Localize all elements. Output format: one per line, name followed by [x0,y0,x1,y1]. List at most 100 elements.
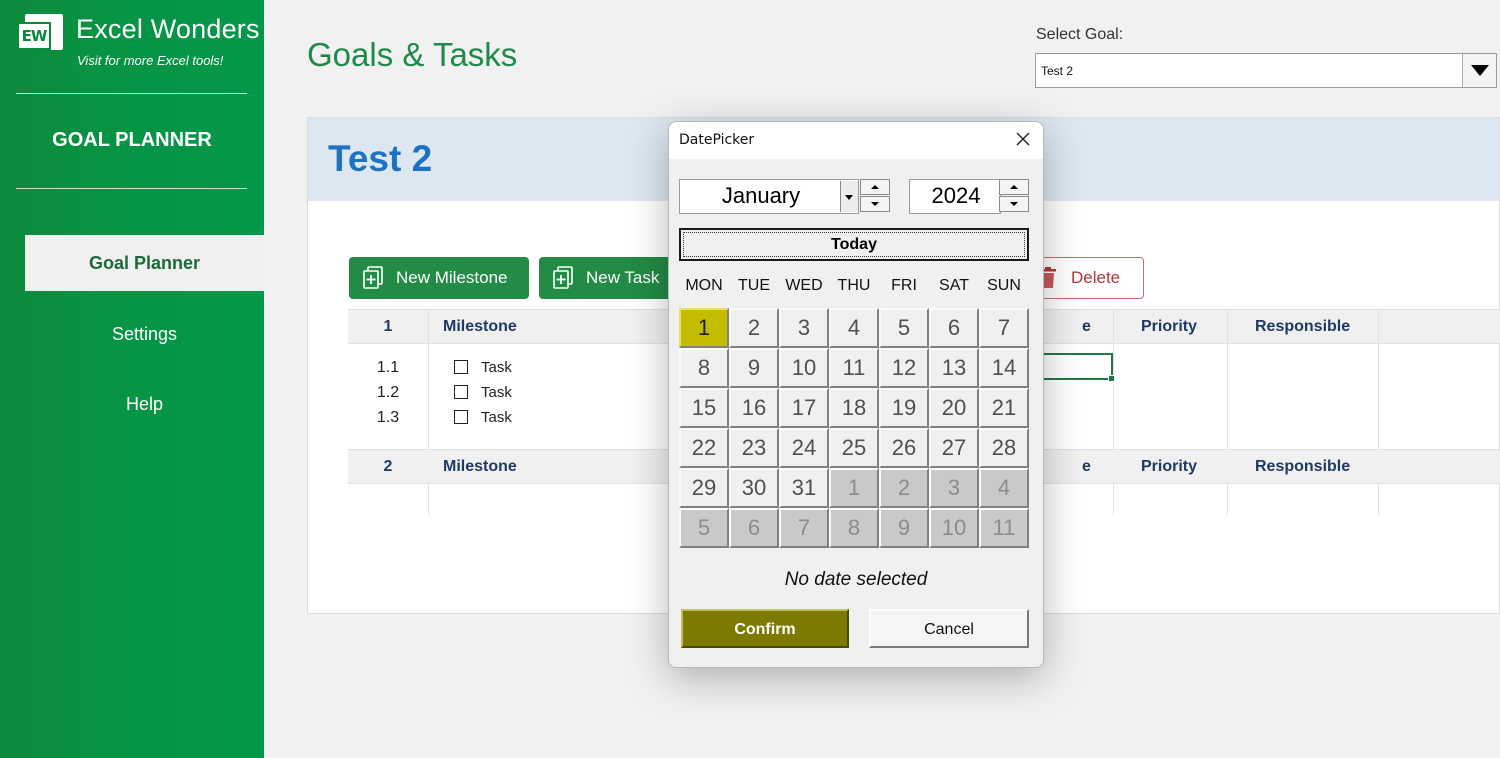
year-up-button[interactable] [999,179,1029,195]
selection-status: No date selected [784,569,928,590]
task-checkbox[interactable] [454,360,468,374]
delete-button[interactable]: Delete [1032,257,1144,299]
brand-tagline[interactable]: Visit for more Excel tools! [77,53,223,68]
day-button[interactable]: 28 [979,428,1029,468]
divider [16,188,247,189]
day-button-other-month[interactable]: 5 [679,508,729,548]
month-up-button[interactable] [860,179,890,195]
task-number: 1.1 [376,359,400,376]
day-button[interactable]: 24 [779,428,829,468]
day-button[interactable]: 14 [979,348,1029,388]
arrow-down-icon [1010,202,1018,206]
day-button[interactable]: 18 [829,388,879,428]
column-divider [1227,309,1228,451]
month-dropdown-arrow[interactable] [840,181,858,212]
weekday-label: SUN [987,277,1021,294]
add-document-icon [363,266,383,289]
weekday-label: MON [685,277,723,294]
task-number: 1.2 [376,384,400,401]
select-goal-value: Test 2 [1041,64,1074,78]
caret-down-icon [1471,65,1489,76]
column-divider [1227,484,1228,515]
day-button[interactable]: 31 [779,468,829,508]
task-checkbox[interactable] [454,385,468,399]
sidebar-item-goal-planner[interactable]: Goal Planner [25,235,264,291]
sidebar: EW Excel Wonders Visit for more Excel to… [0,0,264,758]
caret-down-icon [845,195,853,200]
day-button[interactable]: 29 [679,468,729,508]
page-title: Goals & Tasks [307,36,518,73]
day-button-other-month[interactable]: 2 [879,468,929,508]
day-button[interactable]: 21 [979,388,1029,428]
day-button[interactable]: 22 [679,428,729,468]
weekday-label: FRI [891,277,917,294]
month-spinner[interactable] [860,179,890,213]
day-button[interactable]: 3 [779,308,829,348]
day-button[interactable]: 30 [729,468,779,508]
brand-name: Excel Wonders [76,14,260,44]
sidebar-item-settings[interactable]: Settings [25,306,264,362]
day-button[interactable]: 15 [679,388,729,428]
excel-wonders-logo-icon: EW [17,14,67,52]
day-button[interactable]: 20 [929,388,979,428]
day-button[interactable]: 8 [679,348,729,388]
dialog-title: DatePicker [679,132,755,148]
day-button-other-month[interactable]: 9 [879,508,929,548]
day-button-other-month[interactable]: 6 [729,508,779,548]
day-button-other-month[interactable]: 8 [829,508,879,548]
day-button[interactable]: 7 [979,308,1029,348]
day-button-other-month[interactable]: 10 [929,508,979,548]
new-milestone-button[interactable]: New Milestone [349,257,529,299]
weekday-label: TUE [738,277,770,294]
day-button[interactable]: 2 [729,308,779,348]
sidebar-item-help[interactable]: Help [25,376,264,432]
select-goal-dropdown[interactable]: Test 2 [1035,53,1497,88]
year-down-button[interactable] [999,196,1029,212]
weekday-label: WED [785,277,823,294]
selected-cell[interactable] [1040,353,1115,382]
day-button[interactable]: 1 [679,308,729,348]
day-button[interactable]: 16 [729,388,779,428]
day-button[interactable]: 5 [879,308,929,348]
today-button[interactable]: Today [679,228,1029,261]
day-button-other-month[interactable]: 7 [779,508,829,548]
day-button[interactable]: 4 [829,308,879,348]
dropdown-button[interactable] [1462,54,1496,87]
day-button-other-month[interactable]: 4 [979,468,1029,508]
sidebar-title: GOAL PLANNER [52,129,212,151]
day-button[interactable]: 23 [729,428,779,468]
day-button[interactable]: 13 [929,348,979,388]
goal-name: Test 2 [328,138,433,179]
day-button-other-month[interactable]: 1 [829,468,879,508]
column-divider [428,309,429,451]
month-select[interactable]: January [679,179,859,214]
day-button[interactable]: 10 [779,348,829,388]
arrow-up-icon [871,185,879,189]
close-icon[interactable] [1015,131,1031,147]
day-button[interactable]: 19 [879,388,929,428]
day-button[interactable]: 11 [829,348,879,388]
day-button[interactable]: 12 [879,348,929,388]
day-button-other-month[interactable]: 11 [979,508,1029,548]
day-button[interactable]: 9 [729,348,779,388]
divider [16,93,247,94]
day-button[interactable]: 17 [779,388,829,428]
task-checkbox[interactable] [454,410,468,424]
day-button-other-month[interactable]: 3 [929,468,979,508]
weekday-label: THU [837,277,871,294]
task-number: 1.3 [376,409,400,426]
year-field[interactable]: 2024 [909,179,1001,214]
month-down-button[interactable] [860,196,890,212]
confirm-button[interactable]: Confirm [681,609,849,648]
add-document-icon [553,266,573,289]
day-button[interactable]: 26 [879,428,929,468]
day-button[interactable]: 25 [829,428,879,468]
new-task-button[interactable]: New Task [539,257,679,299]
day-button[interactable]: 6 [929,308,979,348]
column-divider [1378,484,1379,515]
year-spinner[interactable] [999,179,1029,213]
day-button[interactable]: 27 [929,428,979,468]
column-divider [1378,309,1379,451]
cancel-button[interactable]: Cancel [869,609,1029,648]
arrow-down-icon [871,202,879,206]
